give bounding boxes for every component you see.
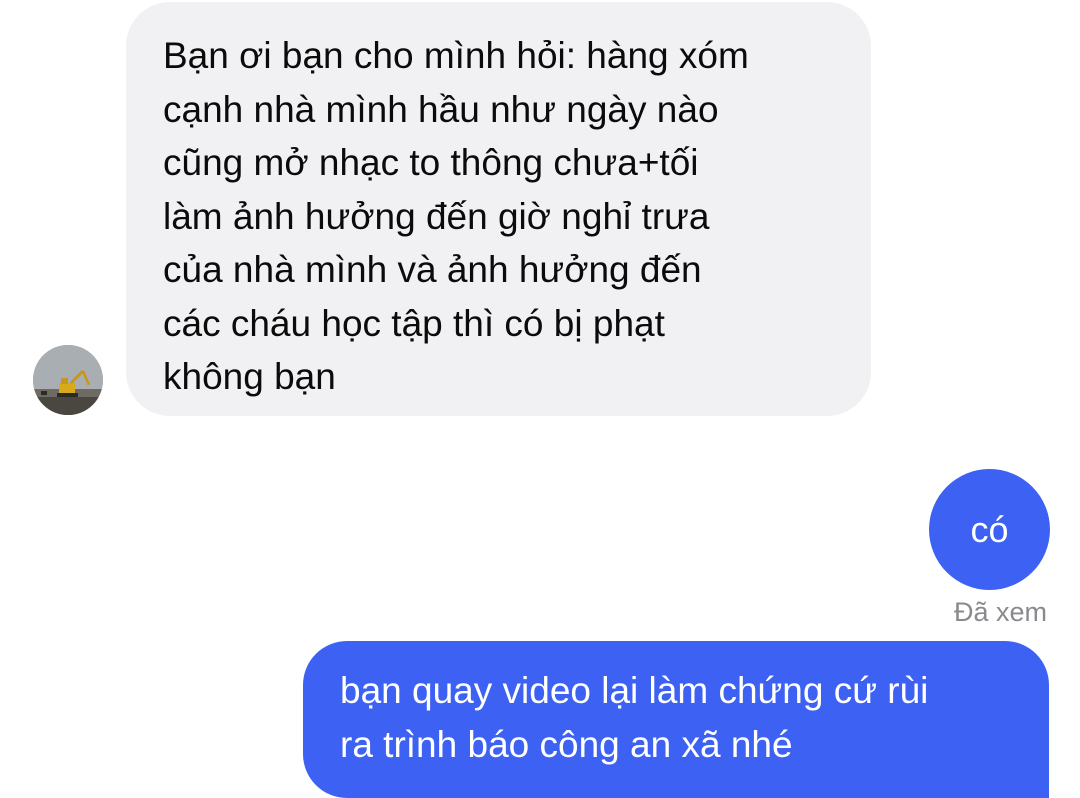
- incoming-message-bubble[interactable]: Bạn ơi bạn cho mình hỏi: hàng xóm cạnh n…: [126, 2, 871, 416]
- excavator-photo-icon: [33, 345, 103, 415]
- outgoing-message-bubble[interactable]: có: [929, 469, 1050, 590]
- message-thread: Bạn ơi bạn cho mình hỏi: hàng xóm cạnh n…: [0, 0, 1080, 798]
- seen-receipt: Đã xem: [953, 597, 1047, 627]
- contact-avatar[interactable]: [33, 345, 103, 415]
- outgoing-message-bubble[interactable]: bạn quay video lại làm chứng cứ rùi ra t…: [303, 641, 1049, 798]
